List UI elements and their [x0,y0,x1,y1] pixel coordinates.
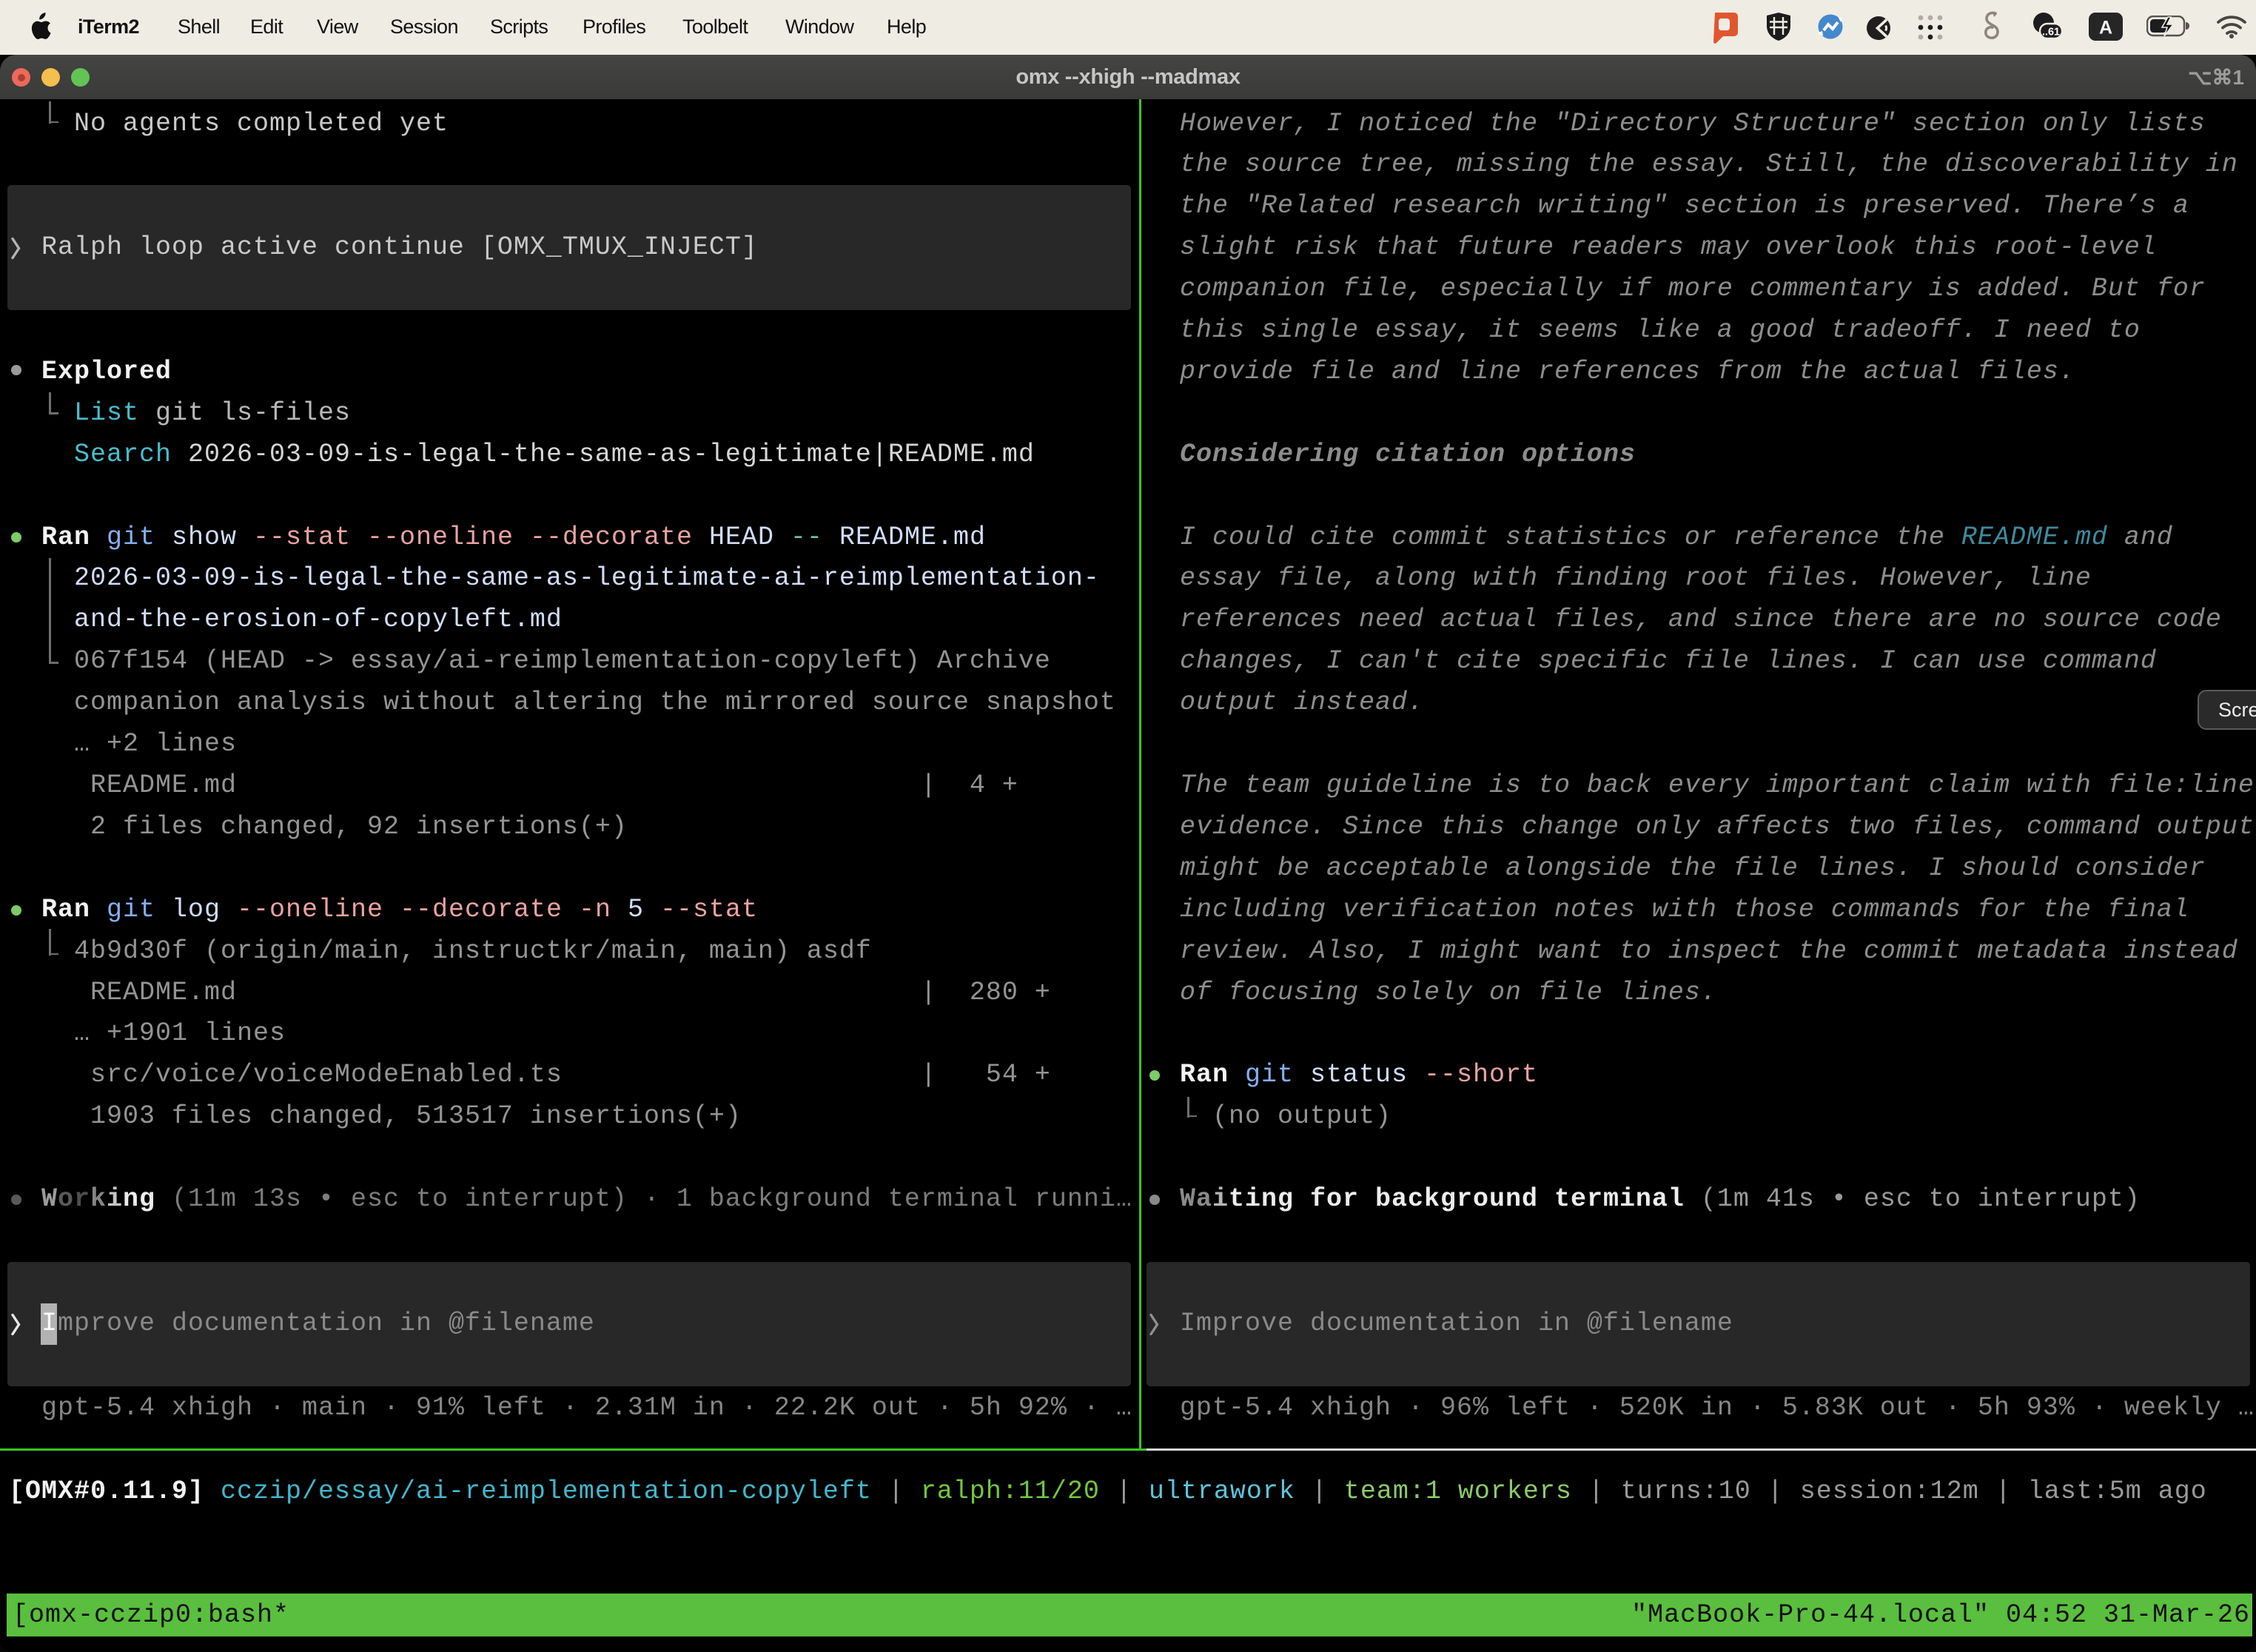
svg-text:A: A [2099,18,2112,38]
svg-text:..61: ..61 [2042,27,2060,38]
